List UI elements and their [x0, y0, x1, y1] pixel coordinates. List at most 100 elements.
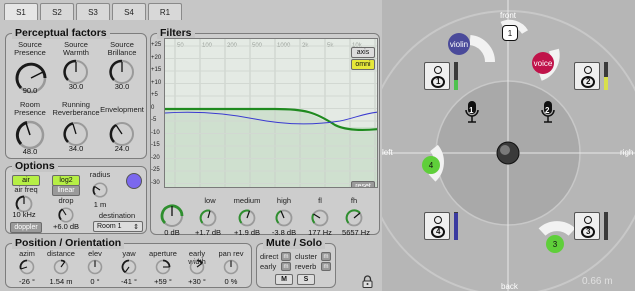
- tab-s2[interactable]: S2: [40, 3, 74, 20]
- source-tabs: S1 S2 S3 S4 R1: [4, 3, 182, 20]
- position-knob[interactable]: [86, 258, 104, 276]
- options-group: Options air air freq log2 linear radius …: [5, 160, 147, 234]
- position-knob-value: -26 °: [19, 277, 35, 286]
- tab-s3[interactable]: S3: [76, 3, 110, 20]
- source-1[interactable]: 1: [502, 25, 518, 41]
- speaker-3[interactable]: 3: [574, 212, 600, 240]
- tweeter-icon: [434, 216, 442, 224]
- medium-band-label: medium: [233, 196, 261, 205]
- source-3[interactable]: 3: [546, 235, 564, 253]
- radius-label: radius: [89, 170, 111, 179]
- speaker-2-meter-fill: [604, 77, 608, 90]
- envelopment-label: Envelopment: [100, 105, 144, 114]
- air-freq-value: 10 kHz: [12, 210, 36, 219]
- position-knob-label: yaw: [122, 249, 136, 258]
- tab-r1[interactable]: R1: [148, 3, 182, 20]
- source-brillance-label: Source Brillance: [107, 40, 137, 57]
- cluster-label: cluster: [295, 252, 318, 261]
- speaker-4-meter: [454, 212, 458, 240]
- doppler-button[interactable]: doppler: [10, 222, 42, 233]
- reset-button[interactable]: reset: [351, 181, 375, 187]
- db-tick-label: -10: [151, 129, 160, 136]
- position-knob-value: 0 %: [224, 277, 238, 286]
- control-panel: S1 S2 S3 S4 R1 Perceptual factors Source…: [0, 0, 382, 291]
- perceptual-factors-title: Perceptual factors: [12, 27, 110, 39]
- position-knob[interactable]: [154, 258, 172, 276]
- medium-gain-knob[interactable]: [237, 208, 257, 228]
- tweeter-icon: [584, 66, 592, 74]
- axis-button[interactable]: axis: [351, 47, 375, 58]
- room-presence-value: 48.0: [22, 147, 38, 156]
- speaker-2[interactable]: 2: [574, 62, 600, 90]
- high-gain-knob[interactable]: [274, 208, 294, 228]
- early-mute-button[interactable]: m: [281, 262, 291, 271]
- direct-mute-button[interactable]: m: [281, 252, 291, 261]
- omni-button[interactable]: omni: [351, 59, 375, 70]
- mute-solo-group: Mute / Solo direct m cluster m early m r…: [256, 237, 336, 288]
- room-presence-label: Room Presence: [14, 100, 46, 117]
- high-band-label: high: [276, 196, 292, 205]
- medium-gain-value: +1.9 dB: [233, 228, 261, 237]
- linear-button[interactable]: linear: [52, 185, 80, 196]
- fl-band-label: fl: [318, 196, 322, 205]
- running-reverberance-label: Running Reverberance: [52, 100, 100, 117]
- tab-s4[interactable]: S4: [112, 3, 146, 20]
- main-gain-knob[interactable]: [159, 203, 185, 229]
- fl-freq-knob[interactable]: [310, 208, 330, 228]
- source-warmth-label: Source Warmth: [63, 40, 89, 57]
- db-tick-label: +15: [151, 67, 162, 73]
- db-axis-labels: +25 +20 +15 +10 +5 0 -5 -10 -15 -20 -25 -30: [151, 38, 165, 188]
- db-tick-label: -5: [151, 117, 157, 123]
- radius-value: 1 m: [93, 200, 107, 209]
- destination-select[interactable]: Room 1 ⇕: [93, 221, 143, 232]
- db-tick-label: +5: [151, 92, 158, 98]
- db-tick-label: -25: [151, 167, 160, 173]
- solo-button[interactable]: S: [297, 274, 315, 285]
- drop-label: drop: [58, 196, 74, 205]
- spatial-grid: [382, 0, 635, 291]
- db-tick-label: -30: [151, 179, 160, 186]
- spat-window: S1 S2 S3 S4 R1 Perceptual factors Source…: [0, 0, 635, 291]
- reverb-label: reverb: [295, 262, 317, 271]
- db-tick-label: -20: [151, 154, 160, 161]
- direct-label: direct: [260, 252, 279, 261]
- position-knob-label: elev: [88, 249, 102, 258]
- speaker-4[interactable]: 4: [424, 212, 450, 240]
- stepper-icon: ⇕: [133, 223, 139, 231]
- cluster-mute-button[interactable]: m: [321, 252, 331, 261]
- fh-band-label: fh: [350, 196, 358, 205]
- low-gain-value: +1.7 dB: [194, 228, 222, 237]
- reverb-mute-button[interactable]: m: [321, 262, 331, 271]
- filter-response-graph[interactable]: 5010020050010002k5k10k20k axis omni rese…: [164, 38, 378, 188]
- position-knob-label: pan rev: [218, 249, 244, 258]
- spatial-view[interactable]: front back left righ 0.66 m 1 2 3 4 1 2 …: [382, 0, 635, 291]
- mute-solo-title: Mute / Solo: [263, 237, 325, 249]
- speaker-1[interactable]: 1: [424, 62, 450, 90]
- position-knob[interactable]: [18, 258, 36, 276]
- mic-1-number: 1: [469, 106, 474, 115]
- lock-icon[interactable]: [362, 275, 373, 288]
- speaker-1-meter: [454, 62, 458, 90]
- speaker-4-meter-fill: [454, 213, 458, 240]
- position-knob[interactable]: [222, 258, 240, 276]
- low-gain-knob[interactable]: [198, 208, 218, 228]
- radius-knob[interactable]: [91, 181, 109, 199]
- speaker-1-meter-fill: [454, 80, 458, 90]
- position-knob[interactable]: [188, 258, 206, 276]
- source-voice[interactable]: voice: [532, 52, 554, 74]
- air-freq-label: air freq: [14, 185, 38, 194]
- tweeter-icon: [584, 216, 592, 224]
- db-tick-label: +10: [151, 79, 162, 86]
- db-tick-label: +25: [151, 42, 162, 48]
- color-swatch[interactable]: [126, 173, 142, 189]
- fh-freq-value: 5657 Hz: [342, 228, 370, 237]
- position-knob[interactable]: [52, 258, 70, 276]
- source-violin[interactable]: violin: [448, 33, 470, 55]
- mute-button[interactable]: M: [275, 274, 293, 285]
- fh-freq-knob[interactable]: [344, 208, 364, 228]
- source-4[interactable]: 4: [422, 156, 440, 174]
- position-knob[interactable]: [120, 258, 138, 276]
- low-band-label: low: [204, 196, 216, 205]
- speaker-3-meter: [604, 212, 608, 240]
- tab-s1[interactable]: S1: [4, 3, 38, 20]
